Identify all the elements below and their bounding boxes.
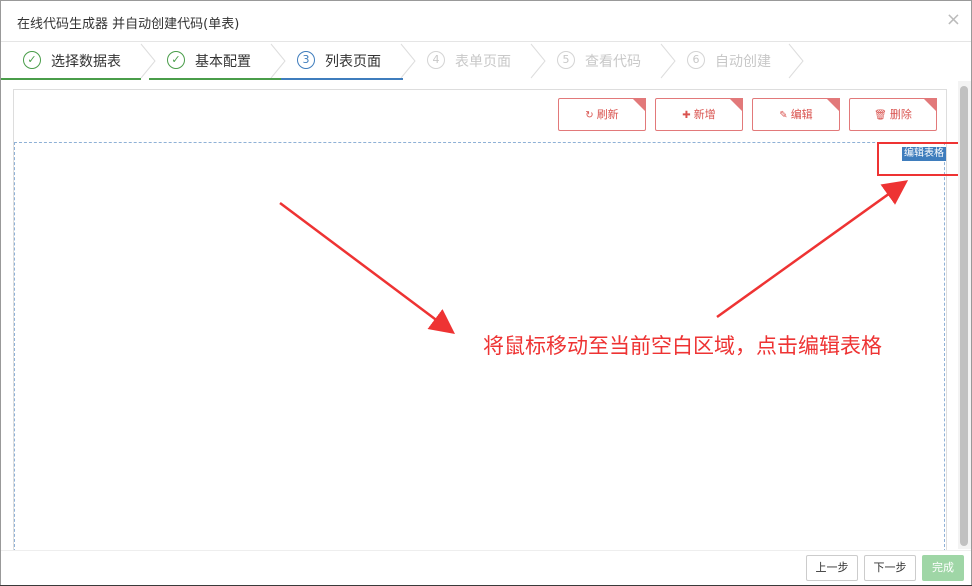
corner-marker xyxy=(729,98,743,112)
wizard-step-label: 选择数据表 xyxy=(51,54,121,70)
dialog-title: 在线代码生成器 并自动创建代码(单表) xyxy=(17,17,240,32)
wizard-step-label: 列表页面 xyxy=(325,54,381,70)
wizard-step-6[interactable]: 6 自动创建 xyxy=(669,42,799,78)
step-number-icon: 6 xyxy=(687,51,705,69)
trash-icon: 🗑 xyxy=(874,110,887,121)
finish-button[interactable]: 完成 xyxy=(922,555,964,581)
wizard-step-4[interactable]: 4 表单页面 xyxy=(409,42,539,78)
edit-icon: ✎ xyxy=(779,110,788,121)
edit-button[interactable]: ✎ 编辑 xyxy=(752,98,840,131)
delete-label: 删除 xyxy=(889,108,912,121)
wizard-step-2[interactable]: ✓ 基本配置 xyxy=(149,42,279,78)
edit-label: 编辑 xyxy=(790,108,813,121)
prev-step-button[interactable]: 上一步 xyxy=(806,555,858,581)
wizard-step-label: 自动创建 xyxy=(715,54,771,70)
check-icon: ✓ xyxy=(23,51,41,69)
scrollbar-thumb[interactable] xyxy=(960,86,968,546)
step-number-icon: 5 xyxy=(557,51,575,69)
wizard-step-5[interactable]: 5 查看代码 xyxy=(539,42,669,78)
wizard-step-1[interactable]: ✓ 选择数据表 xyxy=(1,42,141,78)
wizard-step-3[interactable]: 3 列表页面 xyxy=(279,42,409,78)
close-icon[interactable]: × xyxy=(946,9,961,30)
refresh-icon: ↻ xyxy=(585,110,594,121)
wizard-step-label: 表单页面 xyxy=(455,54,511,70)
add-label: 新增 xyxy=(693,108,716,121)
add-button[interactable]: ✚ 新增 xyxy=(655,98,743,131)
corner-marker xyxy=(632,98,646,112)
highlight-box xyxy=(877,142,969,176)
refresh-button[interactable]: ↻ 刷新 xyxy=(558,98,646,131)
step-number-icon: 4 xyxy=(427,51,445,69)
plus-icon: ✚ xyxy=(682,110,691,121)
wizard-steps: ✓ 选择数据表 ✓ 基本配置 3 列表页面 4 表单页面 5 查看代码 6 自动… xyxy=(1,42,971,80)
wizard-step-label: 查看代码 xyxy=(585,54,641,70)
corner-marker xyxy=(826,98,840,112)
corner-marker xyxy=(923,98,937,112)
refresh-label: 刷新 xyxy=(596,108,619,121)
check-icon: ✓ xyxy=(167,51,185,69)
step-number-icon: 3 xyxy=(297,51,315,69)
annotation-text: 将鼠标移动至当前空白区域，点击编辑表格 xyxy=(483,334,882,358)
delete-button[interactable]: 🗑 删除 xyxy=(849,98,937,131)
generator-dialog: 在线代码生成器 并自动创建代码(单表) × ✓ 选择数据表 ✓ 基本配置 3 列… xyxy=(0,0,972,585)
next-step-button[interactable]: 下一步 xyxy=(864,555,916,581)
dialog-titlebar: 在线代码生成器 并自动创建代码(单表) × xyxy=(1,1,971,42)
wizard-step-label: 基本配置 xyxy=(195,54,251,70)
